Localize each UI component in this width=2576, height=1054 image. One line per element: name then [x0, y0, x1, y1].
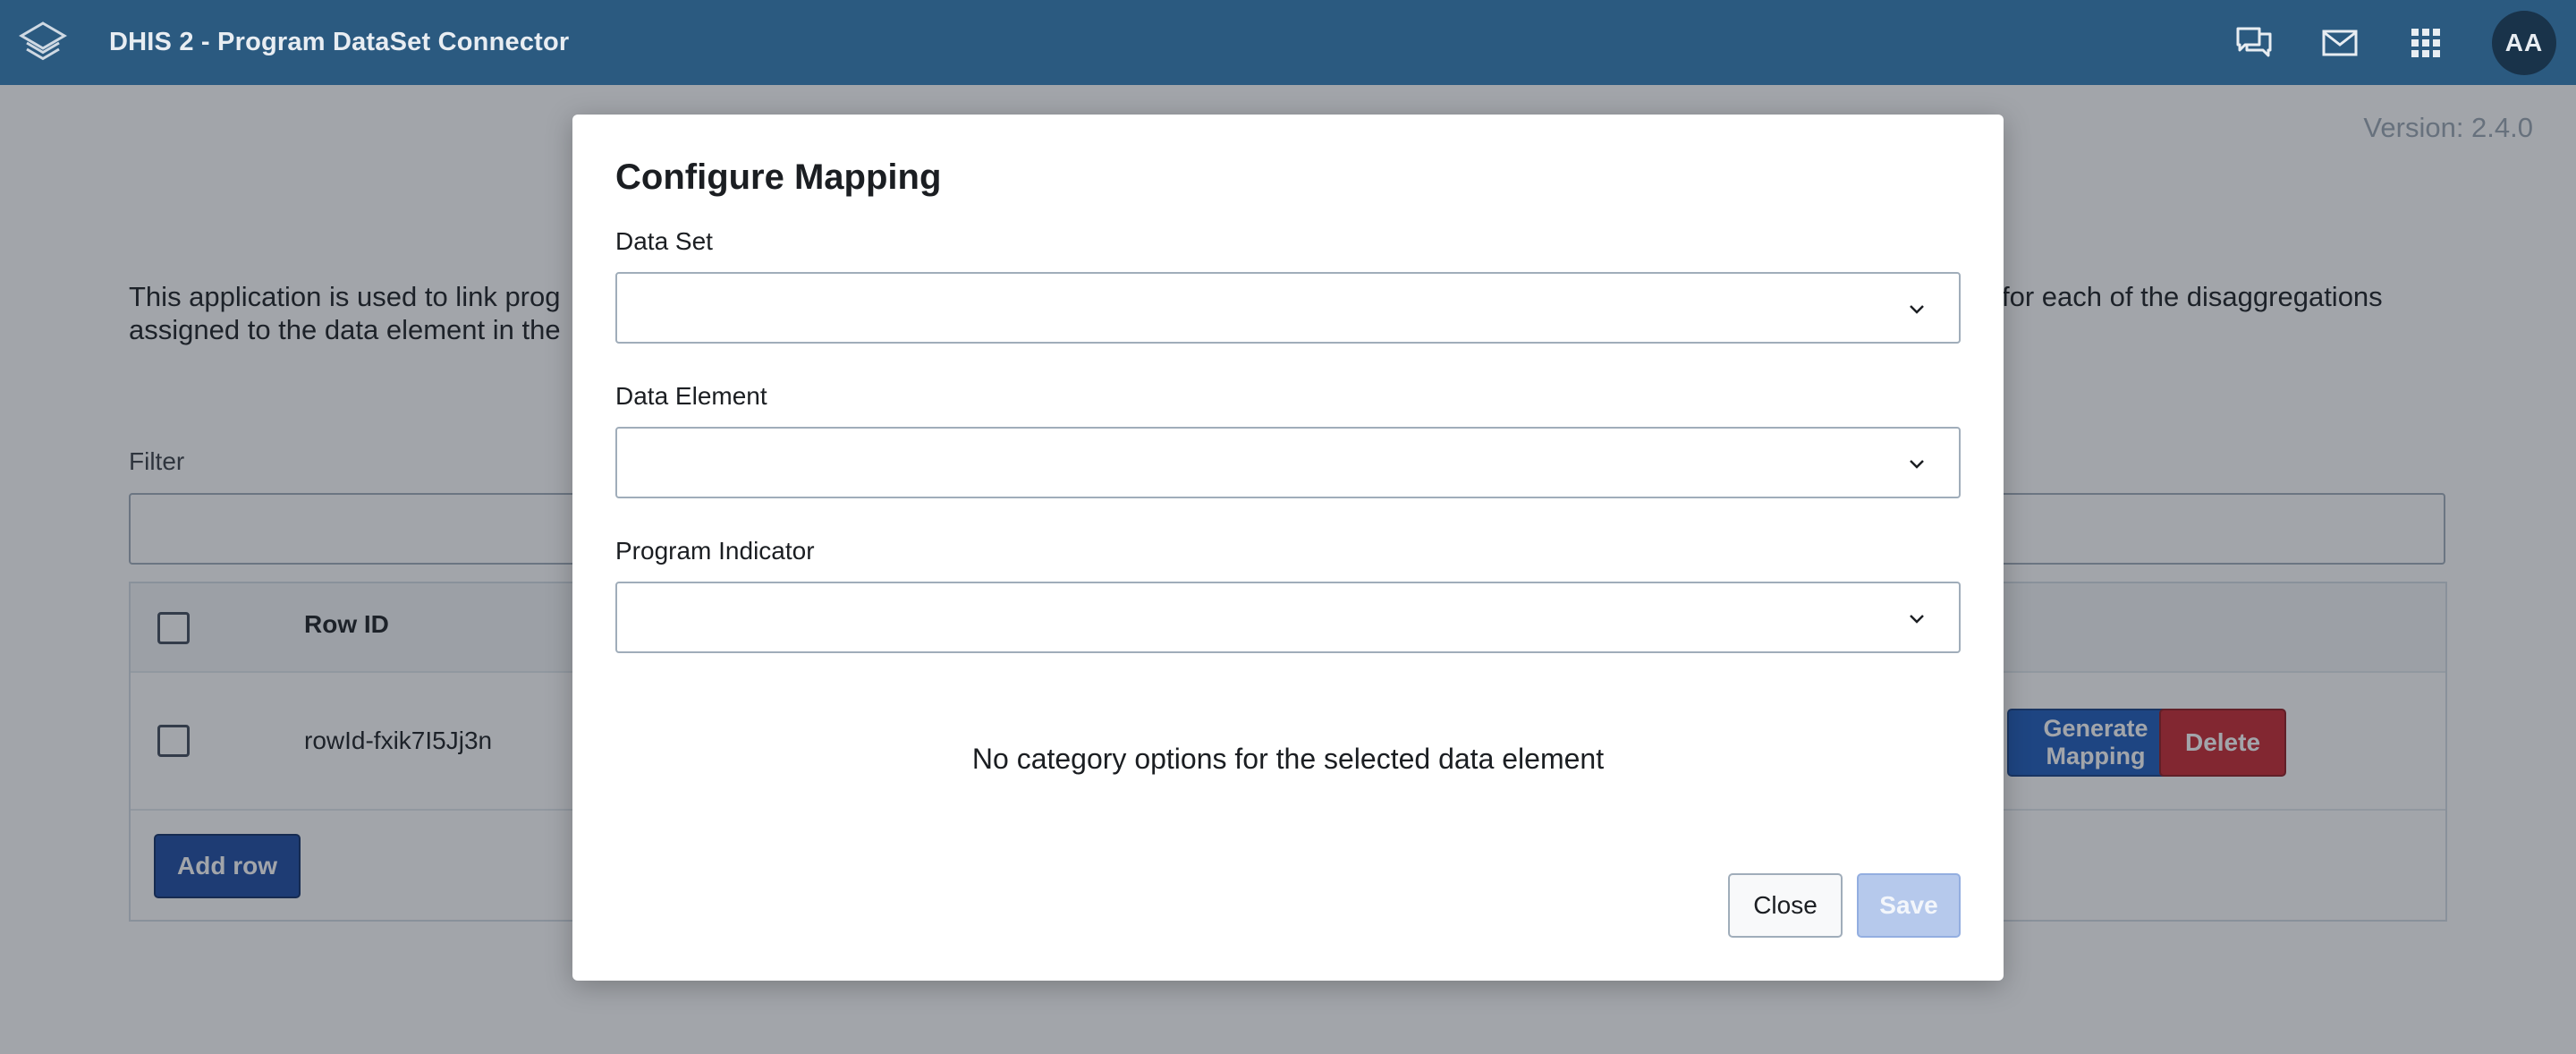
program-indicator-label: Program Indicator — [615, 537, 815, 565]
mail-icon[interactable] — [2315, 18, 2365, 68]
app-grid-icon[interactable] — [2401, 18, 2451, 68]
program-indicator-select[interactable] — [615, 582, 1961, 653]
no-category-options-message: No category options for the selected dat… — [971, 743, 1605, 775]
chevron-down-icon — [1910, 460, 1924, 469]
app-title: DHIS 2 - Program DataSet Connector — [109, 28, 570, 56]
data-set-label: Data Set — [615, 227, 713, 255]
apps-logo-icon[interactable] — [18, 18, 68, 68]
data-element-select[interactable] — [615, 427, 1961, 498]
chat-icon[interactable] — [2229, 18, 2279, 68]
close-button[interactable]: Close — [1728, 873, 1843, 938]
chevron-down-icon — [1910, 305, 1924, 314]
app-header-bar: DHIS 2 - Program DataSet Connector AA — [0, 0, 2576, 85]
chevron-down-icon — [1910, 615, 1924, 624]
user-avatar[interactable]: AA — [2492, 11, 2556, 75]
data-set-select[interactable] — [615, 272, 1961, 344]
data-element-label: Data Element — [615, 382, 767, 410]
save-button[interactable]: Save — [1857, 873, 1961, 938]
modal-title: Configure Mapping — [615, 157, 942, 197]
configure-mapping-modal: Configure Mapping Data Set Data Element … — [572, 115, 2004, 981]
